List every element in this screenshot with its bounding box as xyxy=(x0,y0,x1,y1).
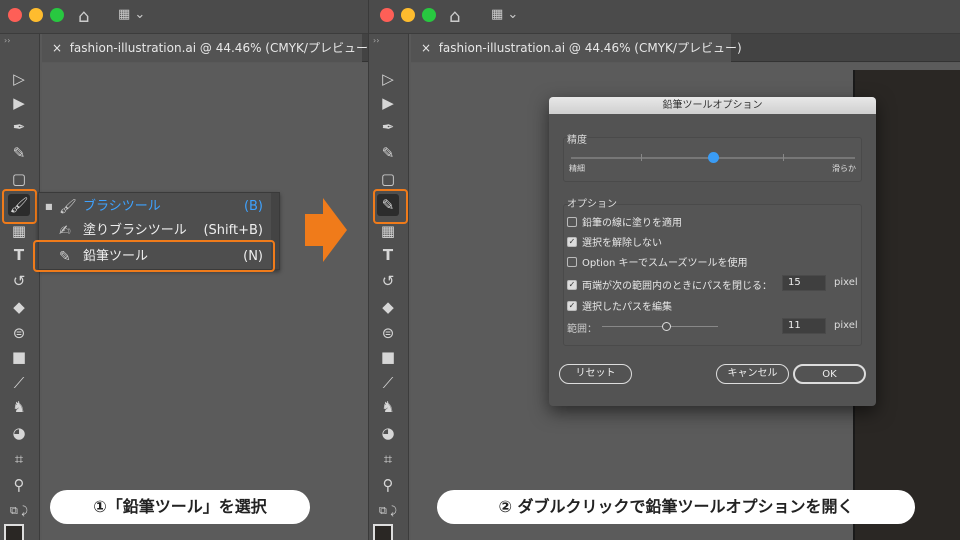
workspace-switcher-icon[interactable]: ▦ ⌄ xyxy=(491,7,518,22)
flyout-item-brush[interactable]: ■ 🖌 ブラシツール (B) xyxy=(39,195,271,219)
precision-min-label: 精細 xyxy=(569,164,585,173)
zoom-tool-icon[interactable]: ⚲ xyxy=(377,474,399,496)
curvature-tool-icon[interactable]: ✎ xyxy=(377,142,399,164)
rotate-tool-icon[interactable]: ↺ xyxy=(377,270,399,292)
close-tab-icon[interactable]: × xyxy=(52,41,62,55)
range-input[interactable]: 11 xyxy=(782,318,826,334)
home-icon[interactable]: ⌂ xyxy=(78,6,89,27)
step1-caption: ①「鉛筆ツール」を選択 xyxy=(50,490,310,524)
swap-fill-stroke-icon[interactable]: ⧉ ⤸ xyxy=(8,500,30,522)
curvature-tool-icon[interactable]: ✎ xyxy=(8,142,30,164)
paintbrush-icon: 🖌 xyxy=(59,199,77,215)
range-label: 範囲： xyxy=(567,324,597,335)
artboard-tool-icon[interactable]: ⌗ xyxy=(8,448,30,470)
gradient-tool-icon[interactable]: ■ xyxy=(377,346,399,368)
pen-tool-icon[interactable]: ✒ xyxy=(377,116,399,138)
direct-selection-tool-icon[interactable]: ▷ xyxy=(377,68,399,90)
collapse-icon[interactable]: ›› xyxy=(4,36,10,45)
selection-tool-icon[interactable]: ▶ xyxy=(8,92,30,114)
arrow-right-icon xyxy=(305,198,347,262)
symbol-sprayer-tool-icon[interactable]: ◕ xyxy=(8,422,30,444)
precision-slider-knob[interactable] xyxy=(708,152,719,163)
home-icon[interactable]: ⌂ xyxy=(449,6,460,27)
document-tab[interactable]: × fashion-illustration.ai @ 44.46% (CMYK… xyxy=(411,34,742,62)
swap-fill-stroke-icon[interactable]: ⧉ ⤸ xyxy=(377,500,399,522)
puppet-warp-tool-icon[interactable]: ♞ xyxy=(8,396,30,418)
toolbar: ›› ▷ ▶ ✒ ✎ ▢ 🖌 ▦ T ↺ ◆ ⊜ ■ ⟋ ♞ ◕ ⌗ ⚲ ⧉ ⤸ xyxy=(0,34,40,540)
gradient-tool-icon[interactable]: ■ xyxy=(8,346,30,368)
precision-label: 精度 xyxy=(567,135,587,146)
reset-button[interactable]: リセット xyxy=(559,364,632,384)
eyedropper-tool-icon[interactable]: ⟋ xyxy=(8,372,30,394)
rotate-tool-icon[interactable]: ↺ xyxy=(8,270,30,292)
type-tool-icon[interactable]: T xyxy=(377,244,399,266)
dialog-title: 鉛筆ツールオプション xyxy=(549,97,876,114)
keep-selected-checkbox[interactable]: ✓ 選択を解除しない xyxy=(567,234,662,249)
cancel-button[interactable]: キャンセル xyxy=(716,364,789,384)
eyedropper-tool-icon[interactable]: ⟋ xyxy=(377,372,399,394)
document-tab[interactable]: × fashion-illustration.ai @ 44.46% (CMYK… xyxy=(42,34,368,62)
puppet-warp-tool-icon[interactable]: ♞ xyxy=(377,396,399,418)
close-window-button[interactable] xyxy=(8,8,22,22)
options-label: オプション xyxy=(567,199,617,210)
tab-title: fashion-illustration.ai @ 44.46% (CMYK/プ… xyxy=(438,41,742,55)
tab-title: fashion-illustration.ai @ 44.46% (CMYK/プ… xyxy=(69,41,368,55)
left-app-window: ⌂ ▦ ⌄ ›› ▷ ▶ ✒ ✎ ▢ 🖌 ▦ T ↺ ◆ ⊜ ■ ⟋ ♞ ◕ ⌗… xyxy=(0,0,368,540)
collapse-icon[interactable]: ›› xyxy=(373,36,379,45)
canvas[interactable] xyxy=(42,63,368,540)
document-tab-bar: × fashion-illustration.ai @ 44.46% (CMYK… xyxy=(42,34,368,62)
close-paths-checkbox[interactable]: ✓ 両端が次の範囲内のときにパスを閉じる： xyxy=(567,277,772,292)
type-tool-icon[interactable]: T xyxy=(8,244,30,266)
step2-caption: ② ダブルクリックで鉛筆ツールオプションを開く xyxy=(437,490,915,524)
close-paths-distance-input[interactable]: 15 xyxy=(782,275,826,291)
symbol-sprayer-tool-icon[interactable]: ◕ xyxy=(377,422,399,444)
fill-new-strokes-checkbox[interactable]: 鉛筆の線に塗りを適用 xyxy=(567,214,682,229)
ok-button[interactable]: OK xyxy=(793,364,866,384)
pencil-tool-options-dialog: 鉛筆ツールオプション 精度 精細 滑らか オプション 鉛筆の線に塗りを適用 ✓ 選… xyxy=(549,97,876,406)
tool-highlight xyxy=(373,189,408,224)
toolbar: ›› ▷ ▶ ✒ ✎ ▢ ✎ ▦ T ↺ ◆ ⊜ ■ ⟋ ♞ ◕ ⌗ ⚲ ⧉ ⤸ xyxy=(369,34,409,540)
close-window-button[interactable] xyxy=(380,8,394,22)
selection-tool-icon[interactable]: ▶ xyxy=(377,92,399,114)
close-paths-unit: pixel xyxy=(834,277,858,288)
zoom-window-button[interactable] xyxy=(50,8,64,22)
precision-slider[interactable] xyxy=(571,152,855,163)
title-bar: ⌂ ▦ ⌄ xyxy=(0,0,368,34)
pencil-item-highlight xyxy=(33,240,275,272)
zoom-window-button[interactable] xyxy=(422,8,436,22)
range-unit: pixel xyxy=(834,320,858,331)
rectangle-tool-icon[interactable]: ▢ xyxy=(377,168,399,190)
precision-max-label: 滑らか xyxy=(832,164,856,173)
zoom-tool-icon[interactable]: ⚲ xyxy=(8,474,30,496)
fill-color-swatch[interactable] xyxy=(373,524,393,540)
edit-selected-paths-checkbox[interactable]: ✓ 選択したパスを編集 xyxy=(567,298,672,313)
option-key-smooth-checkbox[interactable]: Option キーでスムーズツールを使用 xyxy=(567,254,747,269)
range-slider[interactable] xyxy=(602,322,718,331)
eraser-tool-icon[interactable]: ◆ xyxy=(377,296,399,318)
close-tab-icon[interactable]: × xyxy=(421,41,431,55)
minimize-window-button[interactable] xyxy=(29,8,43,22)
tool-highlight xyxy=(2,189,37,224)
minimize-window-button[interactable] xyxy=(401,8,415,22)
eraser-tool-icon[interactable]: ◆ xyxy=(8,296,30,318)
title-bar: ⌂ ▦ ⌄ xyxy=(369,0,960,34)
shape-builder-tool-icon[interactable]: ⊜ xyxy=(377,322,399,344)
workspace-switcher-icon[interactable]: ▦ ⌄ xyxy=(118,7,145,22)
artboard-tool-icon[interactable]: ⌗ xyxy=(377,448,399,470)
rectangle-tool-icon[interactable]: ▢ xyxy=(8,168,30,190)
direct-selection-tool-icon[interactable]: ▷ xyxy=(8,68,30,90)
document-tab-bar: × fashion-illustration.ai @ 44.46% (CMYK… xyxy=(411,34,960,62)
fill-color-swatch[interactable] xyxy=(4,524,24,540)
selected-marker-icon: ■ xyxy=(45,202,53,211)
shape-builder-tool-icon[interactable]: ⊜ xyxy=(8,322,30,344)
pen-tool-icon[interactable]: ✒ xyxy=(8,116,30,138)
range-slider-knob[interactable] xyxy=(661,322,671,331)
